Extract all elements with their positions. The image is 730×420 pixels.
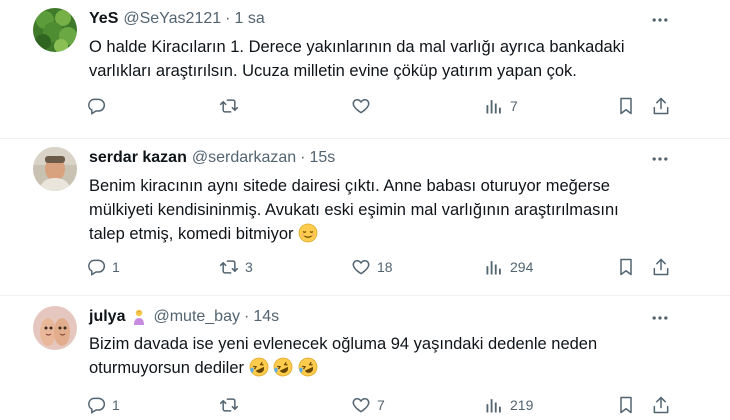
tweet-header: serdar kazan @serdarkazan · 15s (89, 149, 335, 167)
bookmark-button[interactable] (616, 94, 636, 118)
rolling-on-floor-laughing-icon (249, 357, 268, 377)
tweet-text-line-last: oturmuyorsun dediler (89, 356, 669, 380)
like-button[interactable]: 7 (351, 393, 385, 417)
like-count: 18 (377, 259, 393, 275)
tweet-text-line: oturmuyorsun dediler (89, 359, 244, 377)
tweet[interactable]: YeS @SeYas2121 · 1 sa O halde Kiracıları… (0, 0, 730, 138)
tweet-text-line: talep etmiş, komedi bitmiyor (89, 225, 294, 243)
tweet-text: O halde Kiracıların 1. Derece yakınların… (89, 35, 669, 83)
separator-dot: · (300, 149, 306, 166)
rolling-on-floor-laughing-icon (298, 357, 318, 377)
views-button[interactable]: 294 (484, 255, 533, 279)
relieved-face-emoji-icon (298, 223, 318, 243)
display-name[interactable]: julya (89, 308, 125, 326)
like-button[interactable]: 18 (351, 255, 393, 279)
separator-dot: · (243, 308, 250, 325)
repost-button[interactable] (219, 94, 245, 118)
reply-count: 1 (112, 259, 120, 275)
separator-dot: · (225, 10, 231, 27)
avatar[interactable] (33, 306, 77, 350)
tweet-text: Bizim davada ise yeni evlenecek oğluma 9… (89, 332, 669, 380)
reply-button[interactable]: 1 (86, 255, 120, 279)
avatar[interactable] (33, 147, 77, 191)
tweet-text: Benim kiracının aynı sitede dairesi çıkt… (89, 174, 669, 246)
more-options-button[interactable] (648, 8, 672, 32)
tweet-text-line: varlıkları araştırılsın. Ucuza milletin … (89, 62, 577, 80)
more-horizontal-icon (652, 316, 668, 320)
views-button[interactable]: 7 (484, 94, 518, 118)
views-count: 219 (510, 397, 534, 413)
like-icon (352, 259, 370, 275)
tweet-header: julya @mute_bay · 14s (89, 308, 279, 326)
share-icon (653, 258, 669, 276)
tweet[interactable]: serdar kazan @serdarkazan · 15s Benim ki… (0, 139, 730, 295)
display-name[interactable]: YeS (89, 10, 118, 28)
tweet-text-line-last: talep etmiş, komedi bitmiyor (89, 222, 669, 246)
bookmark-icon (620, 258, 632, 276)
action-bar: 1 7 219 (86, 393, 676, 417)
display-name[interactable]: serdar kazan (89, 149, 187, 167)
more-options-button[interactable] (648, 306, 672, 330)
share-button[interactable] (651, 393, 671, 417)
views-icon (486, 100, 501, 114)
repost-icon (219, 260, 239, 274)
rolling-laughing-emoji-group (249, 357, 318, 377)
share-button[interactable] (651, 94, 671, 118)
person-emoji-icon (134, 309, 145, 325)
user-handle[interactable]: @mute_bay (153, 308, 240, 326)
avatar[interactable] (33, 8, 77, 52)
repost-button[interactable] (219, 393, 245, 417)
action-bar: 1 3 18 294 (86, 255, 676, 279)
more-horizontal-icon (652, 157, 668, 161)
reply-icon (88, 259, 106, 276)
repost-icon (219, 99, 239, 113)
like-icon (352, 98, 370, 114)
views-button[interactable]: 219 (484, 393, 533, 417)
views-count: 7 (510, 98, 518, 114)
rolling-on-floor-laughing-icon (273, 357, 293, 377)
reply-button[interactable] (86, 94, 112, 118)
share-button[interactable] (651, 255, 671, 279)
repost-icon (219, 398, 239, 412)
bookmark-icon (620, 396, 632, 414)
views-icon (486, 261, 501, 275)
bookmark-icon (620, 97, 632, 115)
reply-button[interactable]: 1 (86, 393, 120, 417)
tweet-text-line: Benim kiracının aynı sitede dairesi çıkt… (89, 177, 610, 195)
action-bar: 7 (86, 94, 676, 118)
more-horizontal-icon (652, 18, 668, 22)
like-button[interactable] (351, 94, 377, 118)
like-count: 7 (377, 397, 385, 413)
tweet-text-line: Bizim davada ise yeni evlenecek oğluma 9… (89, 335, 598, 353)
bookmark-button[interactable] (616, 393, 636, 417)
timestamp[interactable]: 1 sa (234, 10, 264, 28)
bookmark-button[interactable] (616, 255, 636, 279)
tweet-text-line: O halde Kiracıların 1. Derece yakınların… (89, 38, 625, 56)
like-icon (352, 397, 370, 413)
views-icon (486, 399, 501, 413)
more-options-button[interactable] (648, 147, 672, 171)
tweet-header: YeS @SeYas2121 · 1 sa (89, 10, 265, 28)
reply-icon (88, 397, 106, 414)
tweet[interactable]: julya @mute_bay · 14s Bizim davada ise y… (0, 296, 730, 420)
share-icon (653, 396, 669, 414)
repost-button[interactable]: 3 (219, 255, 253, 279)
timestamp[interactable]: 14s (253, 308, 279, 326)
user-handle[interactable]: @SeYas2121 (123, 10, 221, 28)
repost-count: 3 (245, 259, 253, 275)
reply-count: 1 (112, 397, 120, 413)
timestamp[interactable]: 15s (309, 149, 335, 167)
views-count: 294 (510, 259, 534, 275)
tweet-text-line: mülkiyeti kendisininmiş. Avukatı eski eş… (89, 201, 619, 219)
reply-icon (88, 98, 106, 115)
user-handle[interactable]: @serdarkazan (192, 149, 296, 167)
share-icon (653, 97, 669, 115)
